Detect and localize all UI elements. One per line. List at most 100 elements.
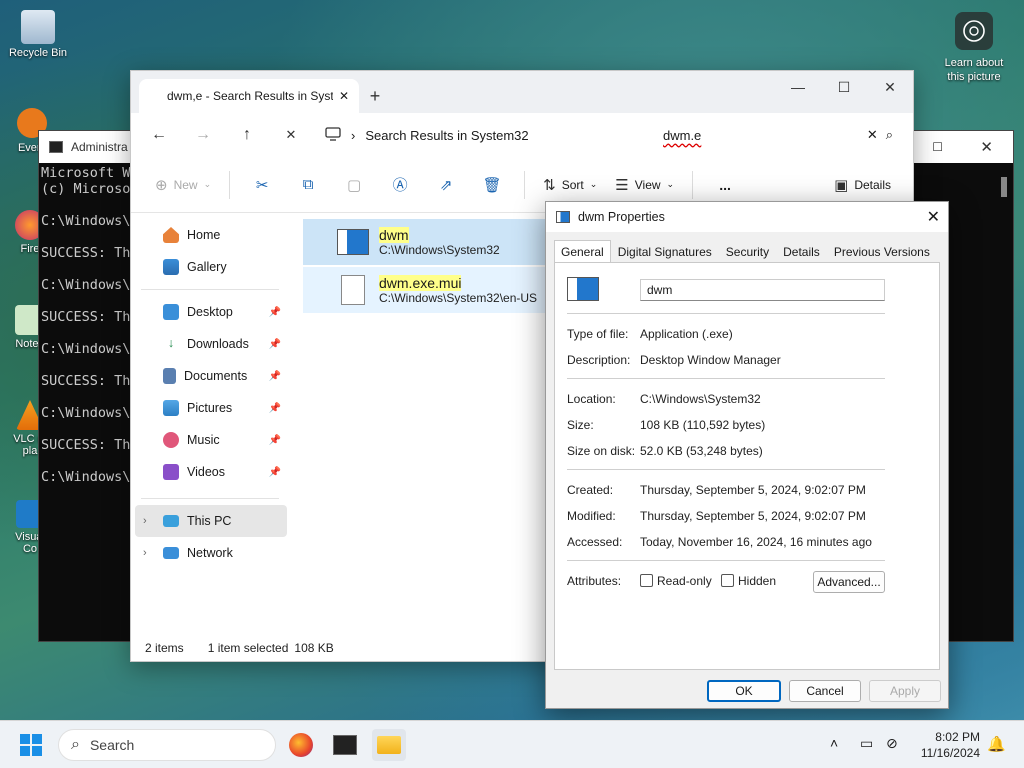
close-icon[interactable]: ✕ (927, 207, 940, 227)
chevron-right-icon[interactable]: › (143, 515, 147, 527)
nav-item-network[interactable]: › Network (131, 537, 291, 569)
tab-bar: dwm,e - Search Results in Syste ✕ + — ☐ … (131, 71, 913, 113)
taskbar-file-explorer[interactable] (372, 729, 406, 761)
rename-icon: Ⓐ (392, 177, 408, 194)
nav-item-this-pc[interactable]: › This PC (135, 505, 287, 537)
tab-previous-versions[interactable]: Previous Versions (827, 240, 937, 264)
file-name-input[interactable]: dwm (640, 279, 885, 301)
up-button[interactable]: ↑ (227, 119, 267, 151)
notifications-bell-icon[interactable]: 🔔 (987, 735, 1006, 753)
download-icon: ↓ (167, 336, 175, 350)
start-button[interactable] (14, 729, 48, 761)
taskbar-search-label: Search (89, 737, 135, 753)
size-on-disk-label: Size on disk: (567, 444, 636, 458)
taskbar-terminal[interactable] (328, 729, 362, 761)
tab-security[interactable]: Security (719, 240, 776, 264)
back-button[interactable]: ← (139, 119, 179, 151)
cut-button[interactable]: ✂ (242, 169, 282, 201)
pin-icon[interactable]: 📌 (269, 435, 281, 446)
dialog-titlebar[interactable]: dwm Properties ✕ (546, 202, 948, 232)
desktop-icon-recycle-bin[interactable]: Recycle Bin (8, 10, 68, 59)
readonly-checkbox[interactable]: Read-only (640, 574, 712, 588)
tab-search-results[interactable]: dwm,e - Search Results in Syste ✕ (139, 79, 359, 113)
nav-item-downloads[interactable]: ↓ Downloads 📌 (131, 328, 291, 360)
checkbox-box[interactable] (721, 574, 734, 587)
tab-close-icon[interactable]: ✕ (339, 89, 349, 103)
maximize-icon[interactable]: ☐ (821, 71, 867, 103)
clear-search-icon[interactable]: ✕ (867, 127, 878, 143)
tab-general[interactable]: General (554, 240, 611, 264)
tab-title: dwm,e - Search Results in Syste (167, 89, 333, 103)
pin-icon[interactable]: 📌 (269, 307, 281, 318)
share-button[interactable]: ⇗ (426, 169, 466, 201)
cancel-button[interactable]: Cancel (789, 680, 861, 702)
application-icon (567, 277, 599, 301)
taskbar-search[interactable]: ⌕ Search (58, 729, 276, 761)
nav-item-documents[interactable]: Documents 📌 (131, 360, 291, 392)
advanced-button[interactable]: Advanced... (813, 571, 885, 593)
details-button[interactable]: ▣ Details (828, 169, 897, 201)
file-path: C:\Windows\System32 (379, 243, 500, 257)
nav-item-music[interactable]: Music 📌 (131, 424, 291, 456)
paste-button[interactable]: ▢ (334, 169, 374, 201)
created-label: Created: (567, 483, 614, 497)
checkbox-box[interactable] (640, 574, 653, 587)
cmd-icon (49, 141, 63, 153)
view-button[interactable]: ☰ View ⌄ (609, 169, 680, 201)
scrollbar-thumb[interactable] (1001, 177, 1007, 197)
learn-about-picture[interactable]: Learn about this picture (934, 12, 1014, 84)
address-bar[interactable]: › Search Results in System32 (315, 119, 641, 151)
taskbar: ⌕ Search ˄ ▭ ⊘ 8:02 PM 11/16/2024 🔔 (0, 720, 1024, 768)
more-options-button[interactable]: ... (705, 169, 745, 201)
sort-icon: ⇅ (543, 176, 556, 194)
apply-button[interactable]: Apply (869, 680, 941, 702)
search-box[interactable]: dwm.e ✕ ⌕ (645, 119, 905, 151)
new-button[interactable]: ⊕ New ⌄ (149, 169, 217, 201)
pin-icon[interactable]: 📌 (269, 339, 281, 350)
nav-item-videos[interactable]: Videos 📌 (131, 456, 291, 488)
tab-details[interactable]: Details (776, 240, 827, 264)
show-hidden-icons[interactable]: ˄ (830, 735, 838, 751)
search-icon[interactable]: ⌕ (886, 127, 893, 143)
display-icon[interactable]: ▭ (860, 735, 873, 752)
divider (567, 560, 885, 561)
accessed-value: Today, November 16, 2024, 16 minutes ago (640, 535, 872, 549)
rename-button[interactable]: Ⓐ (380, 169, 420, 201)
network-status-icon[interactable]: ⊘ (886, 735, 898, 752)
type-value: Application (.exe) (640, 327, 733, 341)
close-icon[interactable]: ✕ (867, 71, 913, 103)
ok-button[interactable]: OK (707, 680, 781, 702)
pin-icon[interactable]: 📌 (269, 371, 281, 382)
plus-circle-icon: ⊕ (155, 176, 168, 194)
checkbox-label: Hidden (738, 574, 777, 588)
size-on-disk-value: 52.0 KB (53,248 bytes) (640, 444, 763, 458)
pin-icon[interactable]: 📌 (269, 403, 281, 414)
new-tab-button[interactable]: + (359, 79, 391, 113)
cmd-title: Administra (71, 140, 128, 154)
delete-button[interactable]: 🗑 (472, 169, 512, 201)
search-input[interactable]: dwm.e (657, 128, 859, 143)
folder-icon (377, 736, 401, 754)
videos-icon (163, 464, 179, 480)
nav-item-home[interactable]: Home (131, 219, 291, 251)
breadcrumb[interactable]: Search Results in System32 (365, 128, 528, 143)
hidden-checkbox[interactable]: Hidden (721, 574, 776, 588)
tab-digital-signatures[interactable]: Digital Signatures (611, 240, 719, 264)
properties-dialog[interactable]: dwm Properties ✕ General Digital Signatu… (545, 201, 949, 709)
stop-button[interactable]: ✕ (271, 119, 311, 151)
chevron-right-icon[interactable]: › (143, 547, 147, 559)
nav-item-desktop[interactable]: Desktop 📌 (131, 296, 291, 328)
minimize-icon[interactable]: — (775, 71, 821, 103)
close-icon[interactable]: ✕ (980, 138, 993, 156)
network-icon (163, 547, 179, 559)
nav-item-gallery[interactable]: Gallery (131, 251, 291, 283)
clock[interactable]: 8:02 PM 11/16/2024 (921, 729, 980, 761)
taskbar-firefox[interactable] (284, 729, 318, 761)
divider (692, 170, 694, 199)
forward-button[interactable]: → (183, 119, 223, 151)
maximize-icon[interactable]: ☐ (932, 140, 943, 154)
copy-button[interactable]: ⧉ (288, 169, 328, 201)
sort-button[interactable]: ⇅ Sort ⌄ (537, 169, 603, 201)
nav-item-pictures[interactable]: Pictures 📌 (131, 392, 291, 424)
pin-icon[interactable]: 📌 (269, 467, 281, 478)
